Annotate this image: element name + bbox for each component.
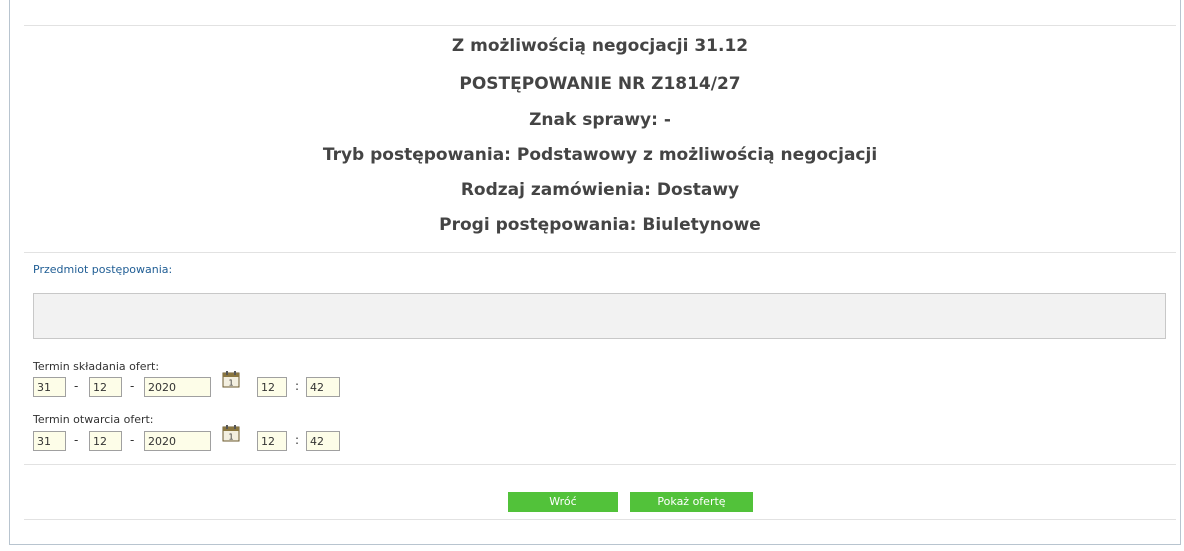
divider-top	[24, 25, 1176, 26]
date-separator: -	[74, 433, 79, 447]
submission-year-input[interactable]	[144, 377, 211, 397]
opening-hour-input[interactable]	[257, 431, 287, 451]
back-button[interactable]: Wróć	[508, 492, 618, 512]
calendar-icon[interactable]: 1	[222, 370, 240, 388]
date-separator: -	[130, 433, 135, 447]
calendar-icon[interactable]: 1	[222, 424, 240, 442]
opening-deadline-label: Termin otwarcia ofert:	[33, 413, 154, 426]
submission-month-input[interactable]	[89, 377, 122, 397]
time-separator: :	[295, 433, 300, 447]
case-mark: Znak sprawy: -	[529, 110, 671, 130]
svg-text:1: 1	[228, 433, 233, 442]
submission-deadline-label: Termin składania ofert:	[33, 360, 160, 373]
procedure-title: Z możliwością negocjacji 31.12	[451, 36, 749, 56]
submission-day-input[interactable]	[33, 377, 66, 397]
opening-day-input[interactable]	[33, 431, 66, 451]
date-separator: -	[74, 379, 79, 393]
divider-header	[24, 252, 1176, 253]
opening-year-input[interactable]	[144, 431, 211, 451]
submission-hour-input[interactable]	[257, 377, 287, 397]
procedure-number: POSTĘPOWANIE NR Z1814/27	[459, 74, 741, 94]
procedure-mode: Tryb postępowania: Podstawowy z możliwoś…	[322, 145, 878, 165]
divider-fields	[24, 464, 1176, 465]
submission-minute-input[interactable]	[306, 377, 340, 397]
time-separator: :	[295, 379, 300, 393]
svg-text:1: 1	[228, 379, 233, 388]
opening-month-input[interactable]	[89, 431, 122, 451]
divider-bottom	[24, 519, 1176, 520]
order-type: Rodzaj zamówienia: Dostawy	[460, 180, 740, 200]
show-offer-button[interactable]: Pokaż ofertę	[630, 492, 753, 512]
date-separator: -	[130, 379, 135, 393]
procedure-thresholds: Progi postępowania: Biuletynowe	[439, 215, 761, 235]
opening-minute-input[interactable]	[306, 431, 340, 451]
subject-label: Przedmiot postępowania:	[33, 263, 173, 276]
subject-field[interactable]	[33, 293, 1166, 339]
